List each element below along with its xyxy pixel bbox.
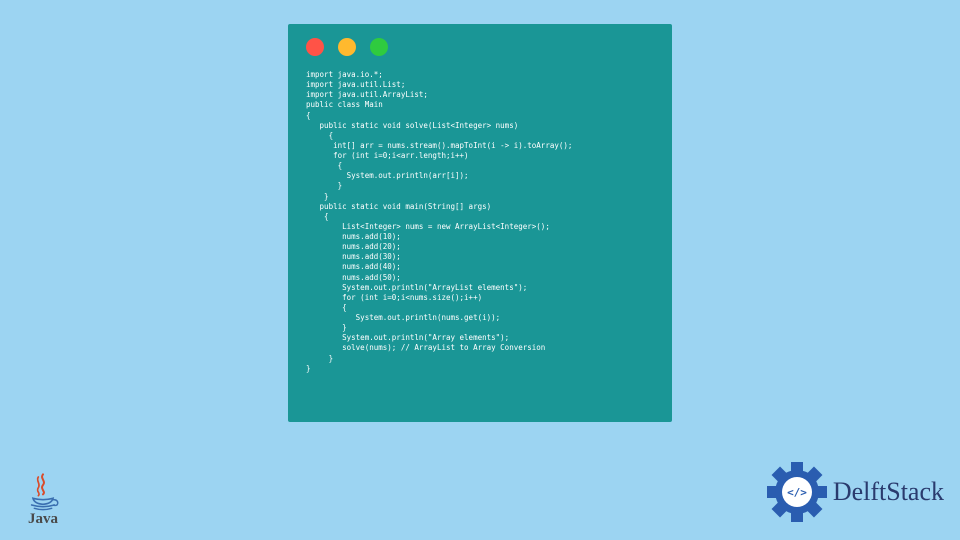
java-label: Java (18, 511, 68, 528)
java-cup-icon (23, 473, 63, 513)
delftstack-gear-icon: </> (767, 462, 827, 522)
delftstack-label: DelftStack (833, 477, 944, 507)
minimize-icon[interactable] (338, 38, 356, 56)
code-body: import java.io.*; import java.util.List;… (288, 64, 672, 384)
close-icon[interactable] (306, 38, 324, 56)
traffic-lights (288, 24, 672, 64)
delftstack-logo: </> DelftStack (767, 462, 944, 522)
svg-text:</>: </> (787, 486, 807, 499)
maximize-icon[interactable] (370, 38, 388, 56)
code-window: import java.io.*; import java.util.List;… (288, 24, 672, 422)
java-logo: Java (18, 473, 68, 528)
